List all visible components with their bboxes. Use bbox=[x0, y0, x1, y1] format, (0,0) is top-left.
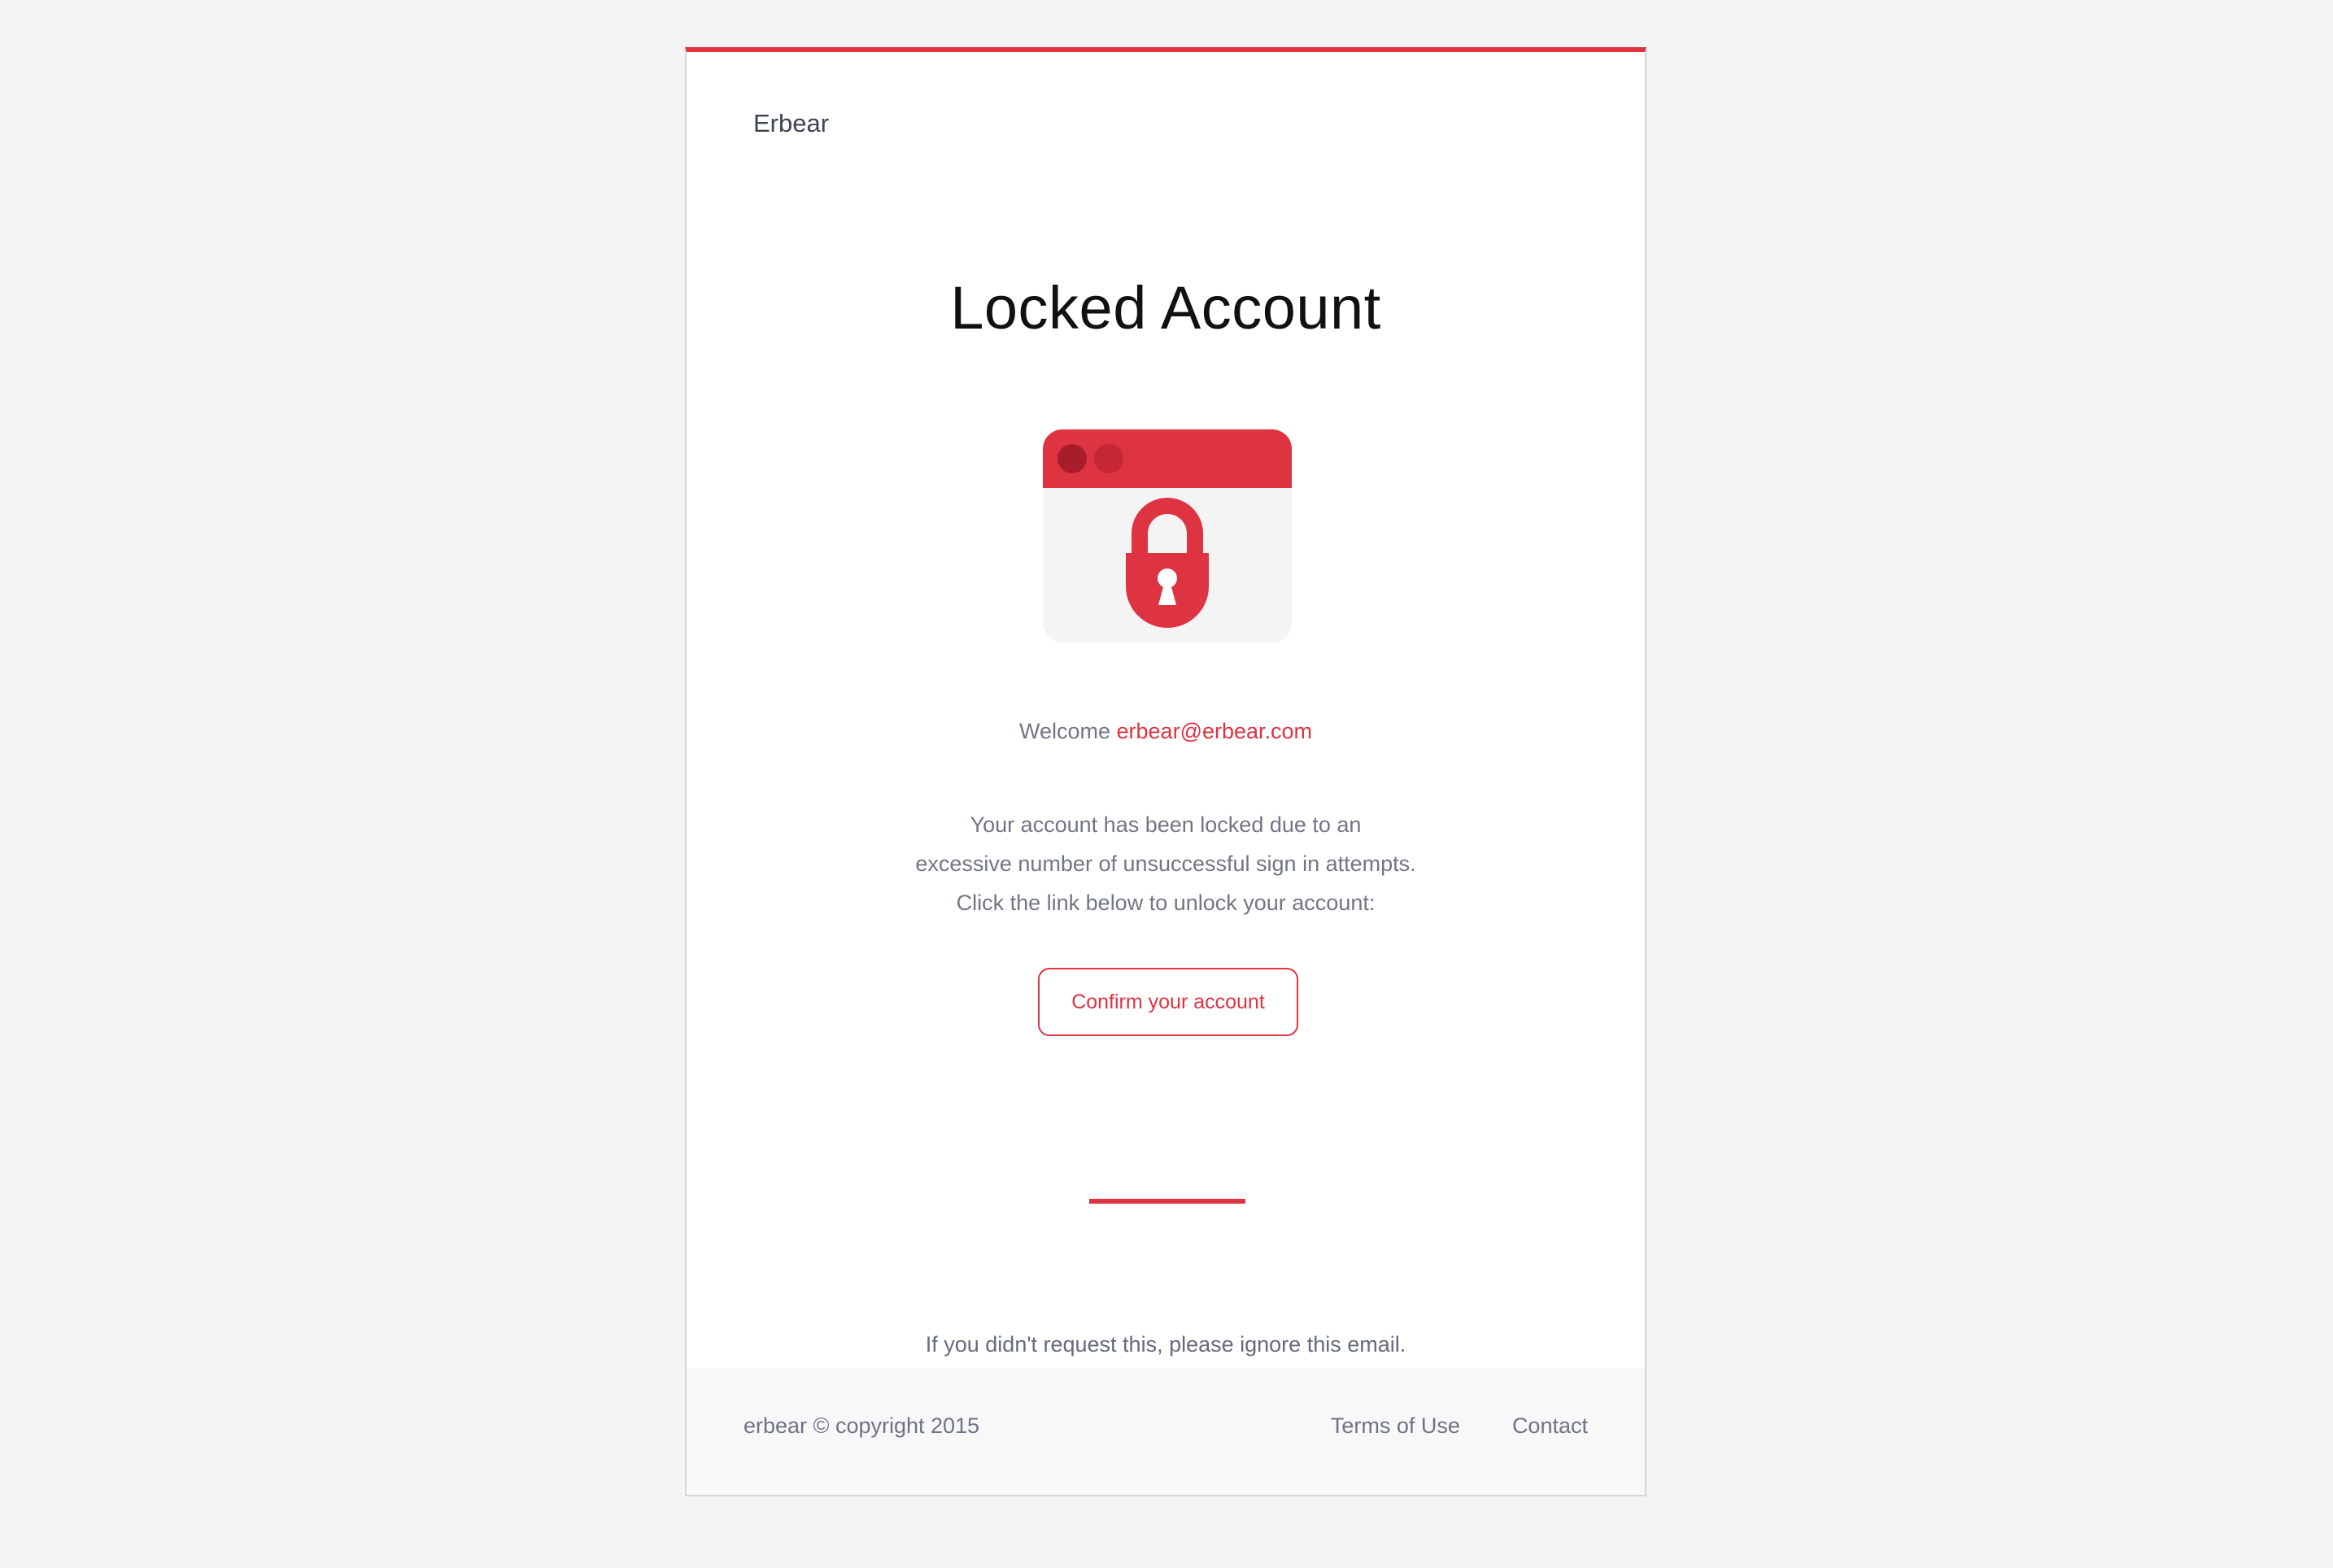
footer: erbear © copyright 2015 Terms of Use Con… bbox=[687, 1368, 1645, 1495]
message-line: Click the link below to unlock your acco… bbox=[956, 891, 1376, 915]
contact-link[interactable]: Contact bbox=[1512, 1413, 1588, 1439]
brand-name: Erbear bbox=[753, 109, 830, 137]
footer-links: Terms of Use Contact bbox=[1331, 1413, 1588, 1439]
divider bbox=[1089, 1199, 1245, 1204]
copyright-text: erbear © copyright 2015 bbox=[744, 1413, 980, 1438]
window-dot-icon bbox=[1057, 444, 1087, 473]
email-link[interactable]: erbear@erbear.com bbox=[1117, 719, 1313, 743]
terms-of-use-link[interactable]: Terms of Use bbox=[1331, 1413, 1460, 1439]
message-line: excessive number of unsuccessful sign in… bbox=[915, 852, 1416, 876]
welcome-line: Welcome erbear@erbear.com bbox=[687, 719, 1645, 744]
locked-window-illustration bbox=[1043, 429, 1292, 642]
message-line: Your account has been locked due to an bbox=[970, 812, 1362, 837]
ignore-note: If you didn't request this, please ignor… bbox=[925, 1332, 1406, 1357]
page-title: Locked Account bbox=[950, 274, 1381, 342]
lock-message: Your account has been locked due to an e… bbox=[687, 805, 1645, 922]
confirm-account-button[interactable]: Confirm your account bbox=[1038, 968, 1298, 1036]
email-card: Erbear Locked Account Welcome erbear@erb… bbox=[685, 47, 1646, 1496]
window-dot-icon bbox=[1094, 444, 1123, 473]
welcome-prefix: Welcome bbox=[1018, 719, 1110, 743]
